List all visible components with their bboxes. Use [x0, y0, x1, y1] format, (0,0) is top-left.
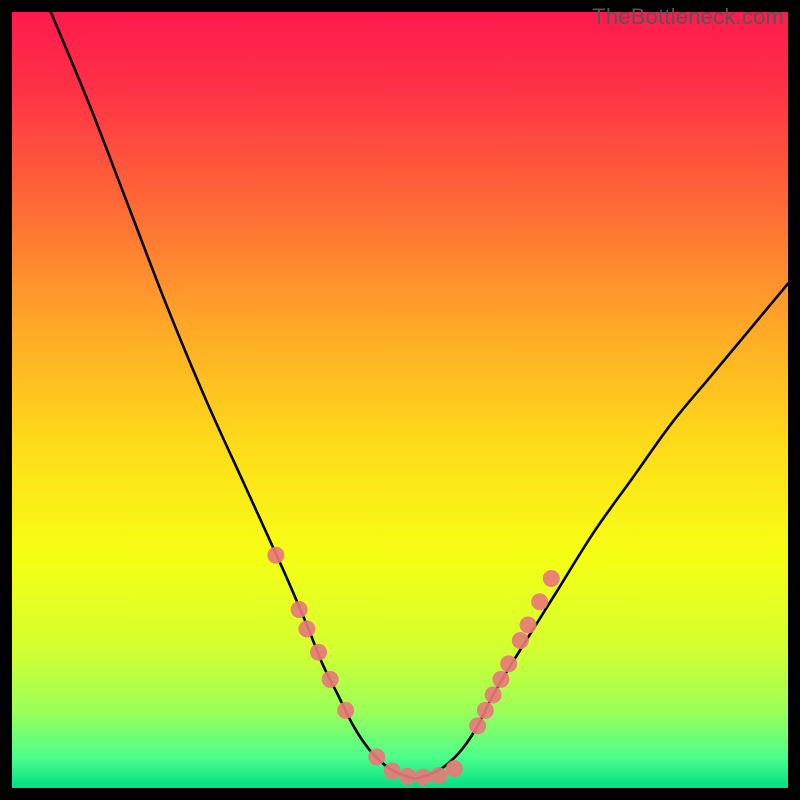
marker-left-7	[384, 762, 401, 779]
marker-left-4	[322, 671, 339, 688]
marker-right-0	[469, 717, 486, 734]
marker-right-1	[477, 702, 494, 719]
marker-left-3	[310, 644, 327, 661]
marker-left-6	[368, 748, 385, 765]
marker-right-4	[500, 655, 517, 672]
watermark-text: TheBottleneck.com	[592, 4, 784, 30]
marker-left-8	[399, 768, 416, 785]
marker-left-9	[415, 769, 432, 786]
marker-left-0	[267, 547, 284, 564]
marker-right-5	[512, 632, 529, 649]
gradient-bg	[12, 12, 788, 788]
marker-left-11	[446, 760, 463, 777]
marker-left-2	[298, 620, 315, 637]
marker-right-7	[531, 593, 548, 610]
marker-left-10	[430, 767, 447, 784]
marker-right-3	[492, 671, 509, 688]
marker-right-2	[485, 686, 502, 703]
marker-right-8	[543, 570, 560, 587]
marker-right-6	[520, 617, 537, 634]
marker-left-1	[291, 601, 308, 618]
marker-left-5	[337, 702, 354, 719]
bottleneck-chart	[12, 12, 788, 788]
